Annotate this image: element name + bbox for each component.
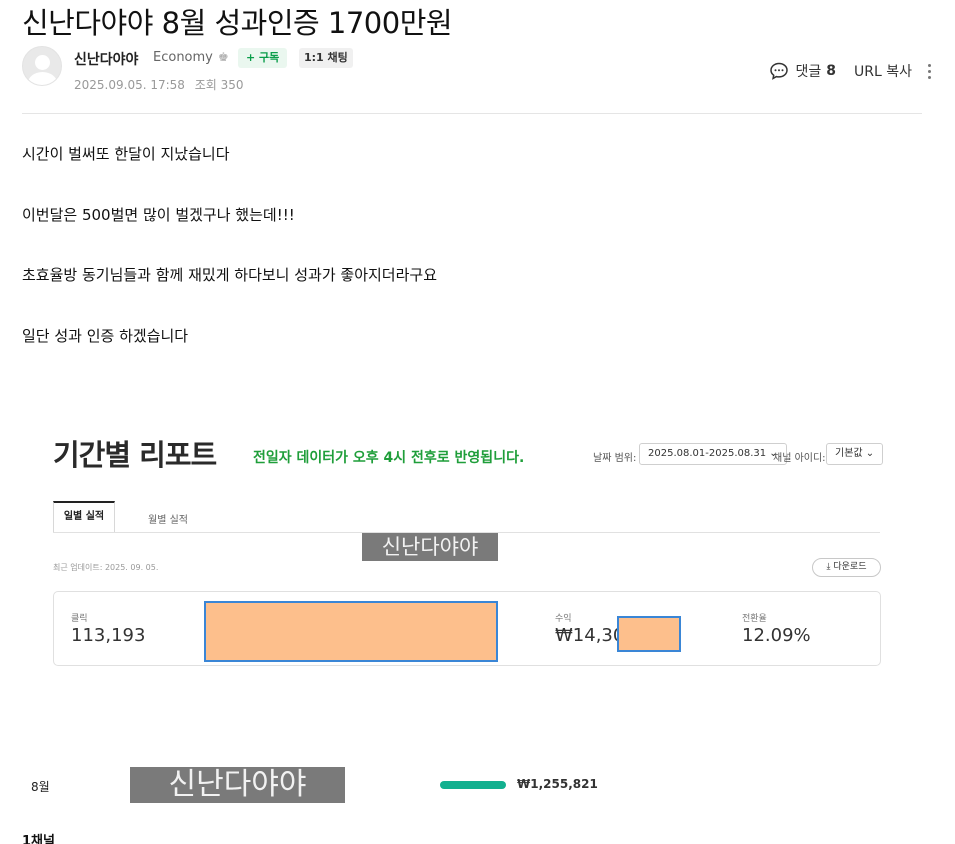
report-notice: 전일자 데이터가 오후 4시 전후로 반영됩니다. (253, 450, 525, 466)
comment-count: 8 (826, 63, 836, 79)
channel-id-select[interactable]: 기본값 ⌄ (826, 443, 884, 465)
clicks-value: 113,193 (71, 625, 146, 646)
header-divider (22, 113, 922, 114)
crown-icon: ♚ (218, 50, 229, 64)
view-count: 조회 350 (194, 78, 244, 92)
comment-label: 댓글 (795, 64, 822, 80)
post-date: 2025.09.05. 17:58 (74, 78, 185, 92)
revenue-label: 수익 (555, 614, 572, 624)
author-nickname[interactable]: 신난다야야 (74, 49, 138, 69)
tab-daily[interactable]: 일별 실적 (53, 501, 115, 533)
url-copy-button[interactable]: URL 복사 (854, 61, 912, 81)
channel-id-label: 채널 아이디: (773, 453, 826, 464)
more-options-icon[interactable] (926, 63, 932, 79)
subscribe-button[interactable]: + 구독 (238, 48, 288, 68)
redaction-box (617, 616, 681, 652)
avatar[interactable] (22, 46, 62, 86)
revenue-value: ₩14,30 (555, 625, 625, 646)
clicks-label: 클릭 (71, 614, 88, 624)
author-grade: Economy (153, 50, 213, 65)
watermark: 신난다야야 (362, 533, 498, 561)
conversion-value: 12.09% (742, 625, 811, 646)
stats-card: 클릭 113,193 수익 ₩14,30 전환율 12.09% (53, 591, 881, 666)
post-title: 신난다야야 8월 성과인증 1700만원 (22, 6, 453, 40)
report-screenshot: 기간별 리포트 전일자 데이터가 오후 4시 전후로 반영됩니다. 날짜 범위:… (22, 405, 922, 705)
revenue-bar (440, 781, 506, 789)
post-paragraph: 일단 성과 인증 하겠습니다 (22, 327, 189, 345)
download-button[interactable]: ⤓ 다운로드 (812, 558, 881, 577)
post-actions: 댓글 8 URL 복사 (769, 60, 932, 82)
date-range-select[interactable]: 2025.08.01-2025.08.31 ⌄ (639, 443, 787, 465)
date-range-label: 날짜 범위: (593, 453, 637, 464)
author-info: 신난다야야 Economy ♚ + 구독 1:1 채팅 2025.09.05. … (22, 46, 932, 92)
conversion-label: 전환율 (742, 614, 767, 624)
post-paragraph: 이번달은 500벌면 많이 벌겠구나 했는데!!! (22, 206, 295, 224)
comment-icon (770, 62, 789, 80)
chat-button[interactable]: 1:1 채팅 (299, 48, 353, 68)
post-paragraph: 시간이 벌써또 한달이 지났습니다 (22, 145, 230, 163)
watermark: 신난다야야 (130, 767, 345, 803)
redaction-box (204, 601, 498, 662)
post-meta: 2025.09.05. 17:58 조회 350 (74, 76, 250, 93)
channel-count: 1채널 (22, 834, 55, 844)
report-title: 기간별 리포트 (53, 438, 217, 472)
comment-button[interactable]: 댓글 8 (769, 61, 836, 81)
tab-monthly[interactable]: 월별 실적 (148, 511, 188, 526)
month-label: 8월 (31, 780, 50, 794)
monthly-amount: ₩1,255,821 (517, 777, 598, 791)
last-updated: 최근 업데이트: 2025. 09. 05. (53, 563, 159, 572)
post-paragraph: 초효율방 동기님들과 함께 재밌게 하다보니 성과가 좋아지더라구요 (22, 266, 438, 284)
